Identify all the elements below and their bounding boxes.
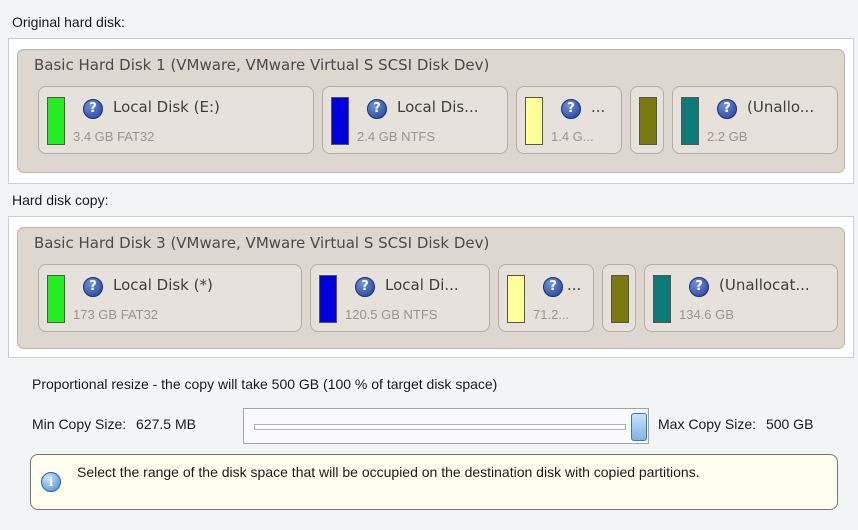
copy-size-slider[interactable] [243, 408, 649, 444]
question-icon[interactable]: ? [717, 99, 737, 119]
min-copy-size: Min Copy Size: 627.5 MB [32, 416, 196, 432]
hint-text: Select the range of the disk space that … [77, 464, 700, 480]
hint-box: i Select the range of the disk space tha… [30, 454, 838, 510]
partition-color-swatch [47, 97, 65, 145]
partition-name: Local Disk (E:) [113, 98, 220, 116]
partition-color-swatch [331, 97, 349, 145]
partition-size: 2.2 GB [707, 129, 748, 144]
question-icon[interactable]: ? [83, 99, 103, 119]
question-icon[interactable]: ? [355, 277, 375, 297]
partition-size: 1.4 G... [551, 129, 594, 144]
partition-color-swatch [681, 97, 699, 145]
partition-size: 71.2... [533, 307, 570, 322]
partition-color-swatch [47, 275, 65, 323]
partition-name: ... [591, 98, 606, 116]
slider-thumb[interactable] [631, 413, 647, 441]
partition-name: Local Di... [385, 276, 459, 294]
original-disk-label: Original hard disk: [12, 14, 125, 30]
question-icon[interactable]: ? [367, 99, 387, 119]
question-icon[interactable]: ? [561, 99, 581, 119]
original-partition-1[interactable]: ? Local Disk (E:) 3.4 GB FAT32 [38, 86, 314, 154]
question-icon[interactable]: ? [543, 277, 563, 297]
min-copy-size-value: 627.5 MB [136, 416, 196, 432]
copy-disk-title: Basic Hard Disk 3 (VMware, VMware Virtua… [34, 234, 490, 252]
original-partition-3[interactable]: ? ... 1.4 G... [516, 86, 622, 154]
copy-partition-3[interactable]: ? ... 71.2... [498, 264, 594, 332]
min-copy-size-label: Min Copy Size: [32, 416, 127, 432]
partition-size: 3.4 GB FAT32 [73, 129, 155, 144]
partition-size: 134.6 GB [679, 307, 734, 322]
partition-name: Local Dis... [397, 98, 479, 116]
copy-partition-1[interactable]: ? Local Disk (*) 173 GB FAT32 [38, 264, 302, 332]
question-icon[interactable]: ? [83, 277, 103, 297]
partition-name: (Unallocat... [719, 276, 810, 294]
copy-disk-map[interactable]: Basic Hard Disk 3 (VMware, VMware Virtua… [17, 227, 845, 349]
partition-color-swatch [653, 275, 671, 323]
max-copy-size: Max Copy Size: 500 GB [658, 416, 813, 432]
copy-partition-4[interactable] [602, 264, 636, 332]
copy-partition-2[interactable]: ? Local Di... 120.5 GB NTFS [310, 264, 490, 332]
slider-groove [254, 424, 626, 430]
resize-title: Proportional resize - the copy will take… [32, 376, 498, 392]
original-disk-title: Basic Hard Disk 1 (VMware, VMware Virtua… [34, 56, 490, 74]
partition-size: 2.4 GB NTFS [357, 129, 436, 144]
copy-disk-panel: Basic Hard Disk 3 (VMware, VMware Virtua… [8, 216, 854, 358]
resize-panel: Proportional resize - the copy will take… [8, 362, 854, 528]
partition-name: Local Disk (*) [113, 276, 213, 294]
original-partition-4[interactable] [630, 86, 664, 154]
original-partition-5[interactable]: ? (Unallo... 2.2 GB [672, 86, 838, 154]
max-copy-size-value: 500 GB [765, 416, 814, 432]
partition-name: ... [567, 276, 582, 294]
copy-disk-label: Hard disk copy: [12, 192, 109, 208]
partition-name: (Unallo... [747, 98, 815, 116]
partition-color-swatch [507, 275, 525, 323]
original-partition-2[interactable]: ? Local Dis... 2.4 GB NTFS [322, 86, 508, 154]
info-icon: i [41, 472, 61, 492]
max-copy-size-label: Max Copy Size: [658, 416, 757, 432]
partition-color-swatch [319, 275, 337, 323]
original-disk-panel: Basic Hard Disk 1 (VMware, VMware Virtua… [8, 38, 854, 184]
question-icon[interactable]: ? [689, 277, 709, 297]
partition-color-swatch [611, 275, 629, 323]
original-disk-map[interactable]: Basic Hard Disk 1 (VMware, VMware Virtua… [17, 49, 845, 173]
copy-partition-5[interactable]: ? (Unallocat... 134.6 GB [644, 264, 838, 332]
partition-color-swatch [639, 97, 657, 145]
partition-size: 173 GB FAT32 [73, 307, 159, 322]
partition-size: 120.5 GB NTFS [345, 307, 438, 322]
partition-color-swatch [525, 97, 543, 145]
